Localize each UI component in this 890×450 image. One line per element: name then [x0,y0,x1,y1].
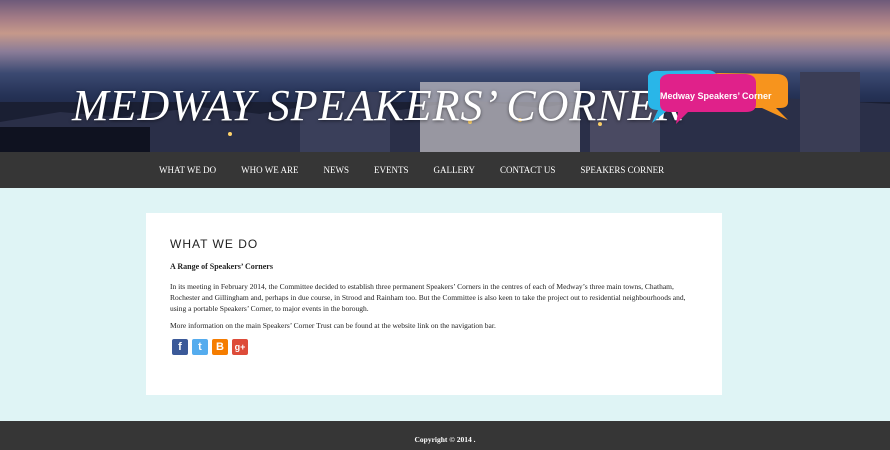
content-card: WHAT WE DO A Range of Speakers’ Corners … [146,213,722,395]
body-paragraph: In its meeting in February 2014, the Com… [170,282,686,313]
nav-item-who-we-are[interactable]: WHO WE ARE [241,165,298,175]
nav-item-contact-us[interactable]: CONTACT US [500,165,555,175]
google-plus-icon[interactable]: g+ [232,339,248,355]
body-paragraph: More information on the main Speakers’ C… [170,321,496,330]
footer: Copyright © 2014 . [0,421,890,450]
page-title: WHAT WE DO [170,237,259,251]
facebook-icon[interactable]: f [172,339,188,355]
nav-item-gallery[interactable]: GALLERY [434,165,476,175]
logo-text: Medway Speakers’ Corner [660,91,772,101]
main-nav: WHAT WE DO WHO WE ARE NEWS EVENTS GALLER… [0,152,890,188]
blogger-icon[interactable]: B [212,339,228,355]
nav-item-what-we-do[interactable]: WHAT WE DO [159,165,216,175]
nav-item-speakers-corner[interactable]: SPEAKERS CORNER [580,165,664,175]
social-share-bar: f t B g+ [172,339,252,355]
copyright-text: Copyright © 2014 . [414,435,476,444]
section-subheading: A Range of Speakers’ Corners [170,262,273,271]
nav-item-news[interactable]: NEWS [324,165,350,175]
twitter-icon[interactable]: t [192,339,208,355]
nav-item-events[interactable]: EVENTS [374,165,409,175]
site-title[interactable]: MEDWAY SPEAKERS’ CORNER [72,82,683,130]
